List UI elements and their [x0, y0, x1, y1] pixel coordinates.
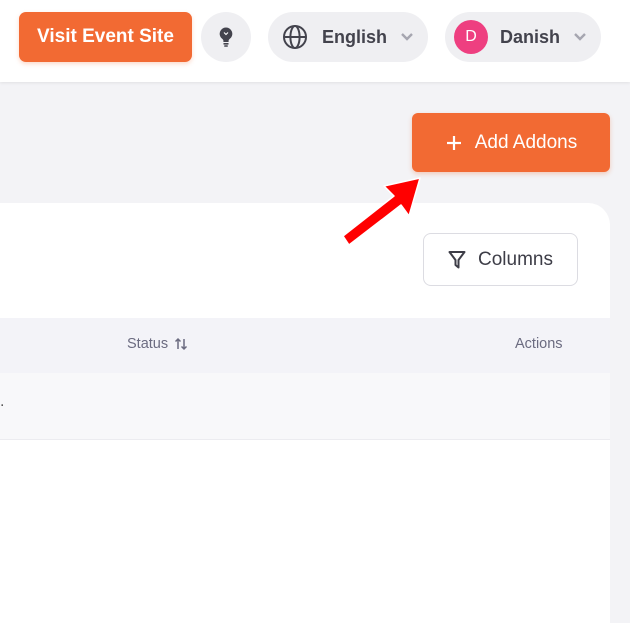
globe-icon — [282, 24, 308, 50]
chevron-down-icon — [573, 31, 587, 43]
visit-event-site-button[interactable]: Visit Event Site — [19, 12, 192, 62]
language-selector[interactable]: English — [268, 12, 428, 62]
add-addons-label: Add Addons — [474, 131, 578, 153]
sort-icon — [174, 337, 188, 351]
language-label: English — [322, 26, 388, 47]
plus-icon — [445, 134, 463, 152]
table-row[interactable]: . — [0, 373, 610, 440]
table-header: Status Actions — [0, 318, 610, 373]
columns-button[interactable]: Columns — [423, 233, 578, 286]
theme-toggle-button[interactable] — [201, 12, 251, 62]
avatar: D — [454, 20, 488, 54]
pointer-arrow-icon — [336, 175, 426, 255]
filter-icon — [448, 250, 466, 270]
row-text-fragment: . — [0, 393, 5, 410]
status-header-label: Status — [127, 336, 169, 352]
status-column-header[interactable]: Status — [127, 336, 188, 352]
addons-table-card: Columns Status Actions . — [0, 203, 610, 623]
user-menu[interactable]: D Danish — [445, 12, 601, 62]
chevron-down-icon — [400, 31, 414, 43]
actions-column-header: Actions — [515, 336, 563, 352]
top-header: Visit Event Site English D Danish — [0, 0, 630, 82]
user-name: Danish — [500, 26, 561, 47]
columns-label: Columns — [478, 248, 553, 270]
add-addons-button[interactable]: Add Addons — [412, 113, 610, 172]
lightbulb-icon — [217, 26, 235, 48]
